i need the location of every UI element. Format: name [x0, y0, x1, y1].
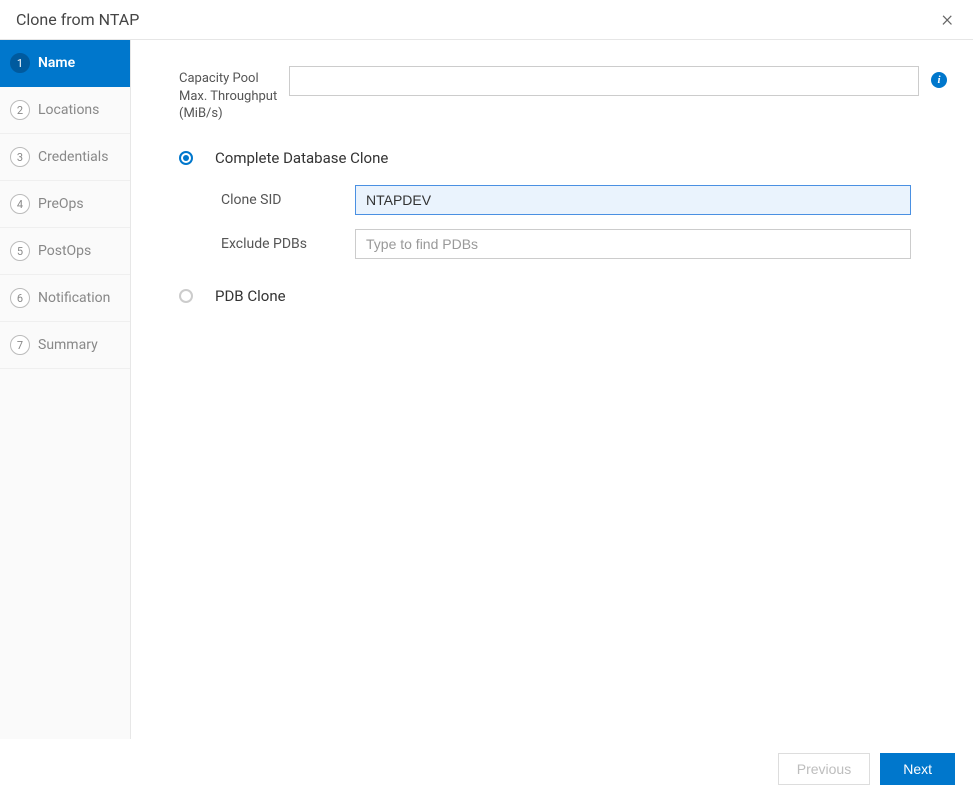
sidebar-item-label: Notification — [38, 290, 110, 306]
sidebar-item-credentials[interactable]: 3 Credentials — [0, 134, 130, 181]
dialog-header: Clone from NTAP × — [0, 0, 973, 40]
clone-sid-input[interactable] — [355, 185, 911, 215]
sidebar-item-label: PostOps — [38, 243, 91, 259]
option-label: Complete Database Clone — [215, 149, 388, 167]
clone-sid-row: Clone SID — [221, 185, 947, 215]
close-icon[interactable]: × — [937, 7, 957, 33]
wizard-footer: Previous Next — [131, 739, 973, 797]
wizard-content: Capacity Pool Max. Throughput (MiB/s) i … — [131, 40, 973, 739]
wizard-sidebar: 1 Name 2 Locations 3 Credentials 4 PreOp… — [0, 40, 131, 739]
capacity-input[interactable] — [289, 66, 919, 96]
step-badge: 1 — [10, 53, 30, 73]
info-icon[interactable]: i — [931, 72, 947, 88]
step-badge: 6 — [10, 288, 30, 308]
sidebar-item-locations[interactable]: 2 Locations — [0, 87, 130, 134]
capacity-row: Capacity Pool Max. Throughput (MiB/s) i — [179, 66, 947, 123]
step-badge: 4 — [10, 194, 30, 214]
option-pdb-clone[interactable]: PDB Clone — [179, 287, 947, 305]
sidebar-item-preops[interactable]: 4 PreOps — [0, 181, 130, 228]
sidebar-item-label: Name — [38, 55, 75, 71]
option-label: PDB Clone — [215, 287, 286, 305]
sidebar-item-summary[interactable]: 7 Summary — [0, 322, 130, 369]
capacity-label: Capacity Pool Max. Throughput (MiB/s) — [179, 66, 289, 123]
sidebar-item-label: PreOps — [38, 196, 84, 212]
sidebar-item-label: Summary — [38, 337, 98, 353]
sidebar-item-notification[interactable]: 6 Notification — [0, 275, 130, 322]
step-badge: 5 — [10, 241, 30, 261]
clone-sid-label: Clone SID — [221, 192, 355, 208]
complete-clone-subform: Clone SID Exclude PDBs — [221, 185, 947, 259]
sidebar-item-name[interactable]: 1 Name — [0, 40, 130, 87]
step-badge: 7 — [10, 335, 30, 355]
next-button[interactable]: Next — [880, 753, 955, 785]
dialog-body: 1 Name 2 Locations 3 Credentials 4 PreOp… — [0, 40, 973, 739]
radio-unselected-icon[interactable] — [179, 289, 193, 303]
option-complete-database-clone[interactable]: Complete Database Clone — [179, 149, 947, 167]
dialog-title: Clone from NTAP — [16, 10, 139, 29]
exclude-pdbs-row: Exclude PDBs — [221, 229, 947, 259]
sidebar-item-label: Locations — [38, 102, 99, 118]
sidebar-item-postops[interactable]: 5 PostOps — [0, 228, 130, 275]
radio-selected-icon[interactable] — [179, 151, 193, 165]
step-badge: 3 — [10, 147, 30, 167]
exclude-pdbs-label: Exclude PDBs — [221, 236, 355, 252]
previous-button[interactable]: Previous — [778, 753, 870, 785]
exclude-pdbs-input[interactable] — [355, 229, 911, 259]
step-badge: 2 — [10, 100, 30, 120]
sidebar-item-label: Credentials — [38, 149, 108, 165]
